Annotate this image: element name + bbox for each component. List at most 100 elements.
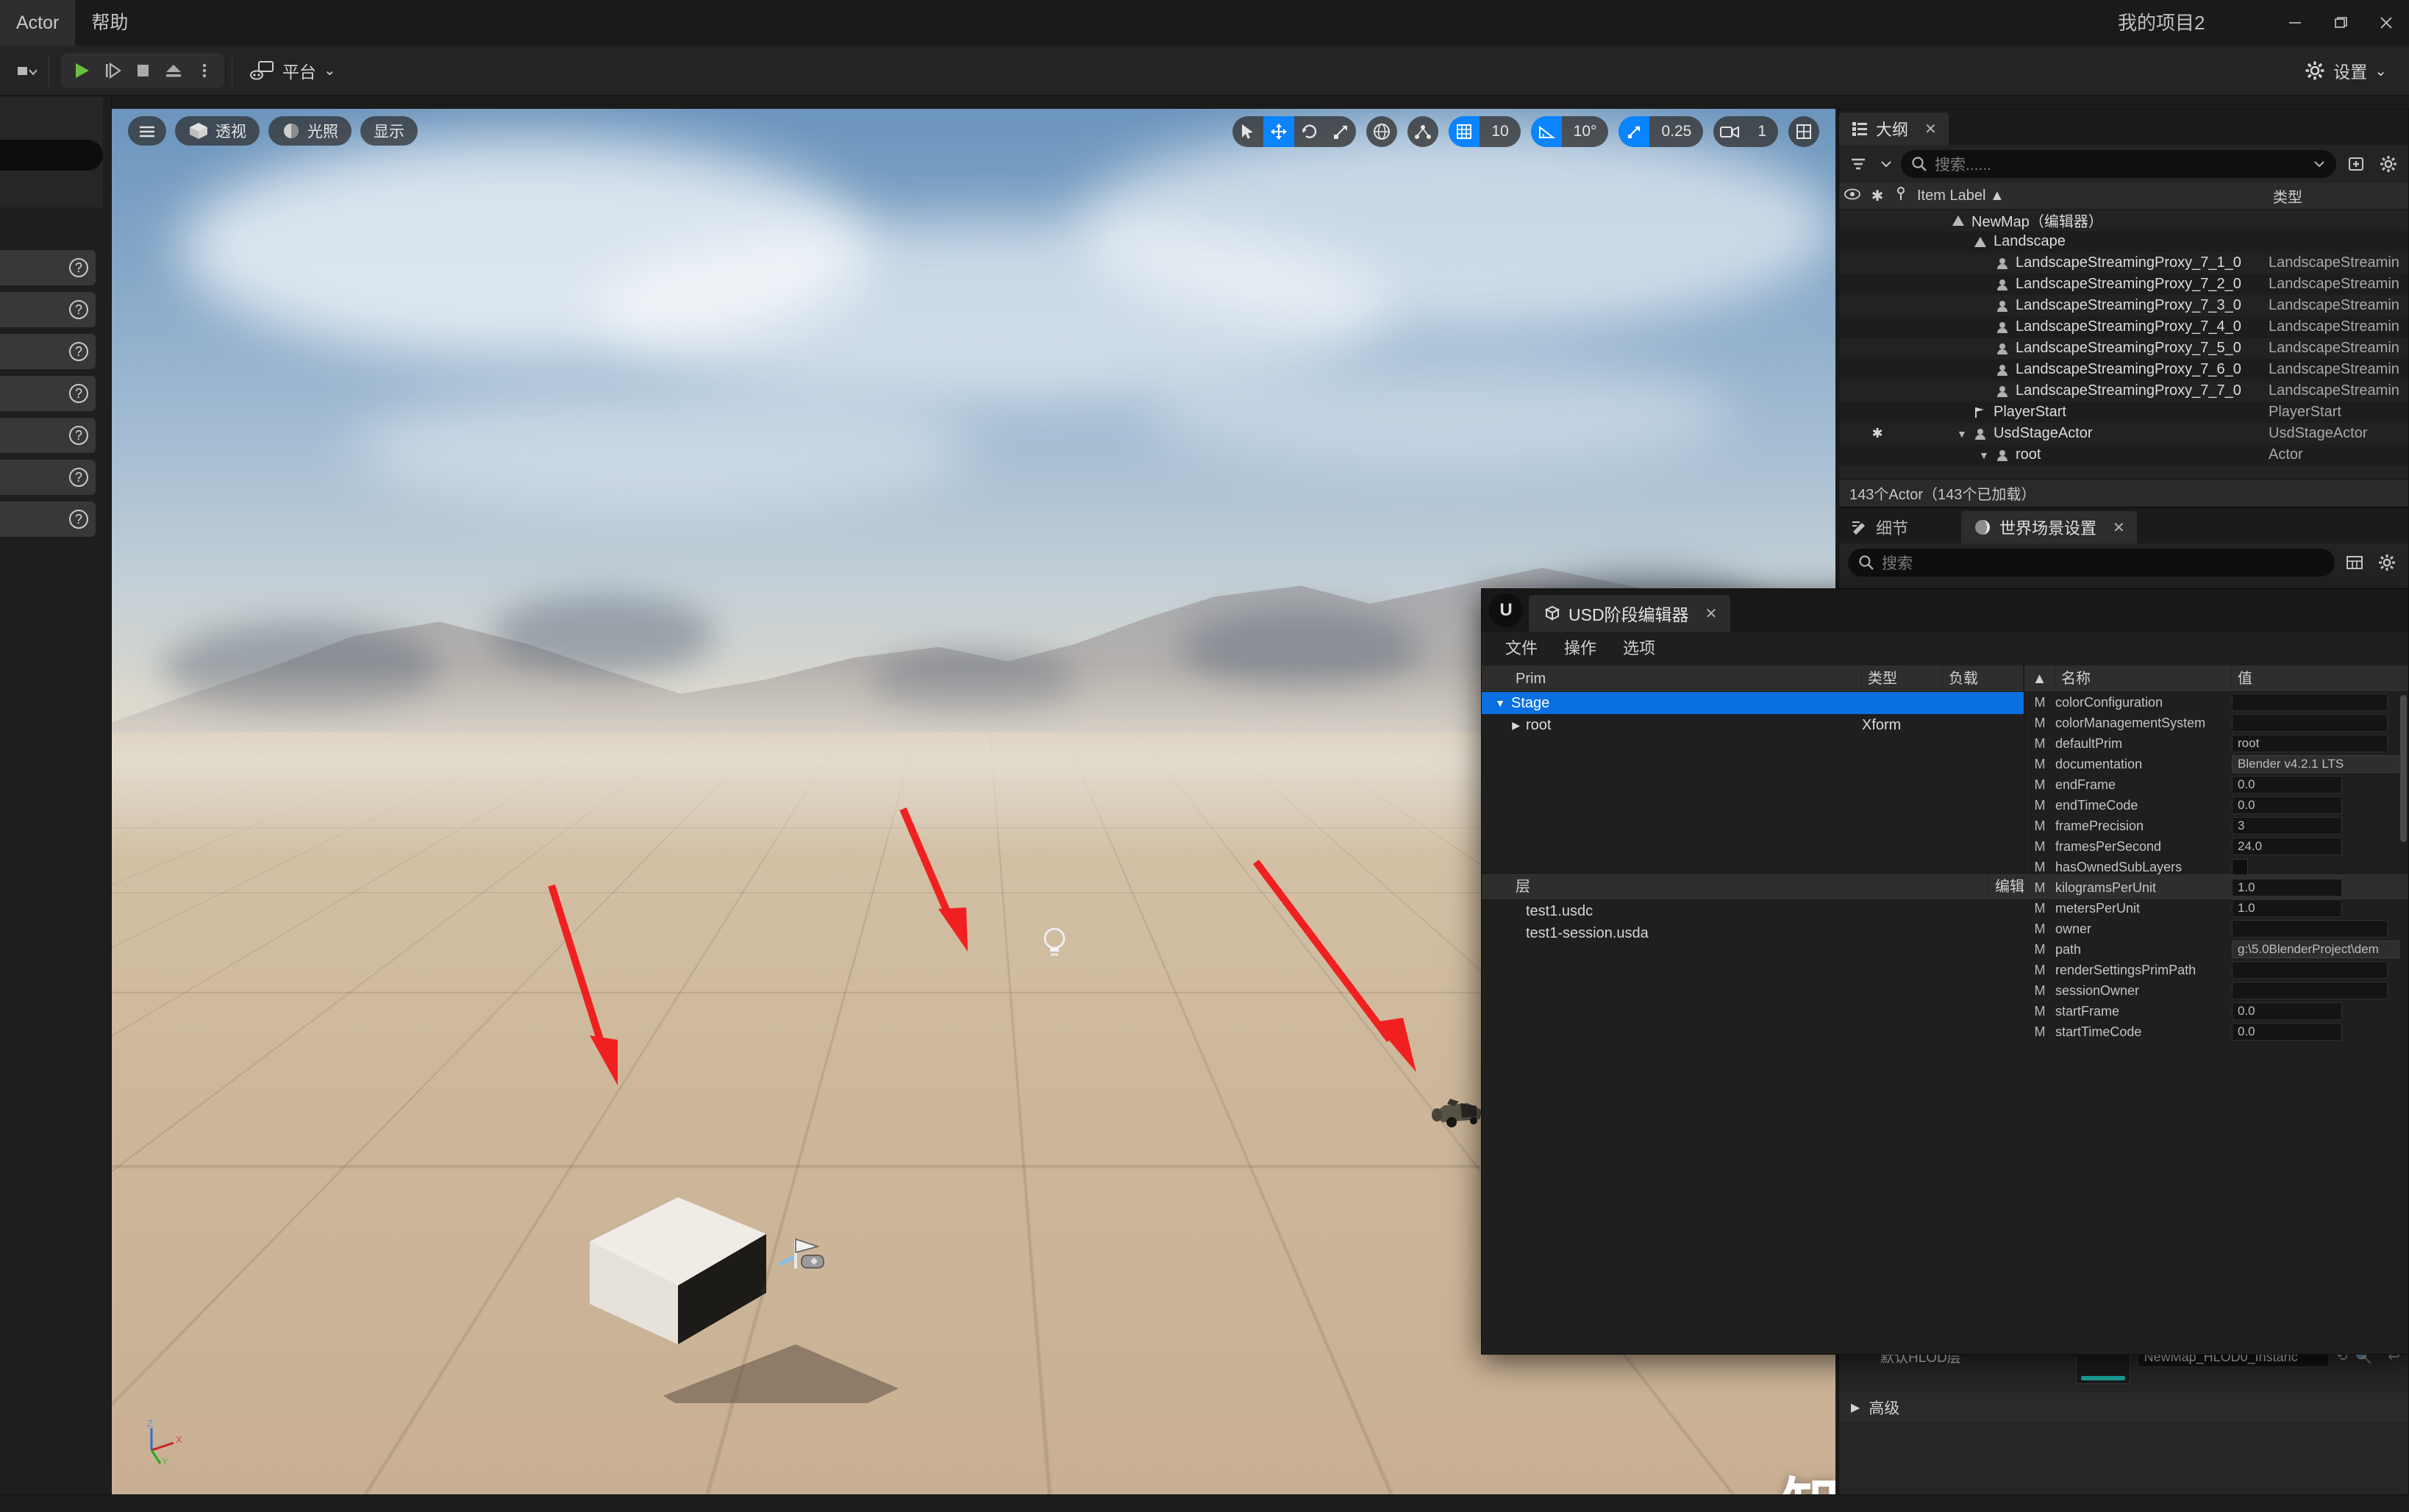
left-panel-item[interactable]: ?	[0, 250, 96, 285]
usd-attribute-row[interactable]: MstartFrame 0.0	[2024, 1001, 2408, 1021]
prim-col-payload[interactable]: 负载	[1943, 665, 2024, 692]
usd-attribute-row[interactable]: Mowner	[2024, 919, 2408, 939]
usd-prim-row[interactable]: ▼ Stage	[1482, 692, 2024, 714]
usd-stage-editor-window[interactable]: U USD阶段编辑器 ✕ 文件 操作 选项 Prim 类型 负载 ▼ Stage…	[1481, 588, 2409, 1355]
toolbar-overflow-icon[interactable]	[0, 60, 41, 82]
attribute-value[interactable]: 24.0	[2232, 838, 2342, 855]
move-tool-icon[interactable]	[1263, 116, 1295, 147]
maximize-icon[interactable]	[2318, 0, 2363, 46]
settings-dropdown[interactable]: 设置 ⌄	[2295, 53, 2396, 88]
tab-outliner[interactable]: 大纲 ✕	[1839, 113, 1949, 145]
tab-world-settings[interactable]: 世界场景设置 ✕	[1961, 511, 2137, 543]
outliner-row-star[interactable]: ✱	[1866, 426, 1889, 441]
usd-attr-scrollbar[interactable]	[2400, 695, 2407, 842]
close-icon[interactable]	[2363, 0, 2409, 46]
left-panel-item[interactable]: ?	[0, 334, 96, 369]
layer-col-layer[interactable]: 层	[1510, 873, 1989, 900]
prim-col-prim[interactable]: Prim	[1510, 665, 1862, 692]
outliner-search-input[interactable]: 搜索......	[1901, 150, 2336, 178]
angle-snap-value[interactable]: 10°	[1562, 116, 1609, 147]
minimize-icon[interactable]	[2272, 0, 2318, 46]
col-type[interactable]: 类型	[2269, 185, 2408, 207]
usd-menu-options[interactable]: 选项	[1610, 632, 1669, 666]
expander-icon[interactable]: ▶	[1851, 1400, 1860, 1415]
usd-prim-row[interactable]: ▶ root Xform	[1482, 714, 2024, 736]
attribute-value[interactable]: g:\5.0BlenderProject\dem	[2232, 941, 2399, 958]
attr-col-value[interactable]: 值	[2232, 665, 2408, 692]
expander-icon[interactable]: ▶	[1482, 719, 1526, 732]
usd-attribute-row[interactable]: MframesPerSecond 24.0	[2024, 836, 2408, 857]
tab-details[interactable]: 细节	[1839, 511, 1920, 543]
help-icon[interactable]: ?	[69, 468, 88, 487]
outliner-row[interactable]: LandscapeStreamingProxy_7_1_0 LandscapeSt…	[1839, 252, 2408, 274]
cube-mesh[interactable]	[568, 1153, 906, 1403]
help-icon[interactable]: ?	[69, 258, 88, 277]
help-icon[interactable]: ?	[69, 342, 88, 361]
outliner-row[interactable]: LandscapeStreamingProxy_7_6_0 LandscapeSt…	[1839, 359, 2408, 380]
grid-snap-value[interactable]: 10	[1480, 116, 1520, 147]
outliner-row[interactable]: LandscapeStreamingProxy_7_4_0 LandscapeSt…	[1839, 316, 2408, 338]
details-section-row[interactable]: ▶ 高级	[1839, 1392, 2408, 1423]
expander-icon[interactable]: ▼	[1979, 449, 1989, 461]
attribute-value[interactable]: 0.0	[2232, 1002, 2342, 1020]
prim-col-type[interactable]: 类型	[1862, 665, 1943, 692]
help-icon[interactable]: ?	[69, 510, 88, 529]
close-icon[interactable]: ✕	[2113, 518, 2125, 537]
search-chevron-down-icon[interactable]	[2313, 155, 2326, 173]
usd-attribute-row[interactable]: MdefaultPrim root	[2024, 733, 2408, 754]
scale-snap-value[interactable]: 0.25	[1649, 116, 1703, 147]
eject-button[interactable]	[158, 55, 189, 86]
play-button[interactable]	[65, 55, 96, 86]
usd-attribute-row[interactable]: MhasOwnedSubLayers	[2024, 857, 2408, 877]
scale-snap-icon[interactable]	[1619, 116, 1650, 147]
snap-joint-icon[interactable]	[1407, 116, 1438, 147]
usd-attribute-row[interactable]: MkilogramsPerUnit 1.0	[2024, 877, 2408, 898]
usd-attribute-row[interactable]: McolorConfiguration	[2024, 692, 2408, 713]
close-icon[interactable]: ✕	[1924, 120, 1937, 138]
camera-icon[interactable]	[1713, 116, 1746, 147]
play-more-icon[interactable]	[189, 55, 220, 86]
new-folder-icon[interactable]	[2344, 151, 2369, 176]
col-pin[interactable]: ✱	[1866, 187, 1889, 205]
attribute-value[interactable]: Blender v4.2.1 LTS	[2232, 755, 2399, 773]
attribute-value[interactable]	[2232, 693, 2388, 711]
attribute-value[interactable]: 0.0	[2232, 776, 2342, 794]
viewport-show-button[interactable]: 显示	[360, 116, 418, 146]
outliner-row[interactable]: Landscape	[1839, 231, 2408, 252]
grid-snap-icon[interactable]	[1449, 116, 1480, 147]
outliner-row[interactable]: LandscapeStreamingProxy_7_3_0 LandscapeSt…	[1839, 295, 2408, 316]
col-lock-icon[interactable]	[1889, 186, 1913, 206]
usd-tab[interactable]: USD阶段编辑器 ✕	[1529, 595, 1731, 632]
gear-icon[interactable]	[2374, 550, 2399, 575]
help-icon[interactable]: ?	[69, 300, 88, 319]
outliner-row[interactable]: LandscapeStreamingProxy_7_7_0 LandscapeSt…	[1839, 380, 2408, 402]
attribute-checkbox[interactable]	[2232, 859, 2248, 875]
gear-icon[interactable]	[2376, 151, 2401, 176]
col-visibility-icon[interactable]	[1839, 188, 1866, 204]
attribute-value[interactable]	[2232, 961, 2388, 979]
outliner-row[interactable]: LandscapeStreamingProxy_7_5_0 LandscapeSt…	[1839, 338, 2408, 359]
usd-attribute-row[interactable]: Mdocumentation Blender v4.2.1 LTS	[2024, 754, 2408, 774]
menu-help[interactable]: 帮助	[75, 0, 144, 46]
left-panel-item[interactable]: ?	[0, 376, 96, 411]
usd-attribute-row[interactable]: MrenderSettingsPrimPath	[2024, 960, 2408, 980]
menu-actor[interactable]: Actor	[0, 0, 76, 46]
angle-snap-icon[interactable]	[1530, 116, 1562, 147]
filter-chevron-down-icon[interactable]	[1879, 151, 1894, 176]
usd-attribute-row[interactable]: MendTimeCode 0.0	[2024, 795, 2408, 816]
outliner-row[interactable]: NewMap（编辑器）	[1839, 210, 2408, 231]
viewport-lighting-button[interactable]: 光照	[268, 116, 351, 146]
help-icon[interactable]: ?	[69, 384, 88, 403]
select-tool-icon[interactable]	[1232, 116, 1263, 147]
expander-icon[interactable]: ▼	[1482, 697, 1511, 709]
attribute-value[interactable]: 3	[2232, 817, 2342, 835]
usd-attribute-row[interactable]: MstartTimeCode 0.0	[2024, 1021, 2408, 1042]
rotate-tool-icon[interactable]	[1294, 116, 1325, 147]
attribute-value[interactable]	[2232, 920, 2388, 938]
filter-icon[interactable]	[1846, 151, 1871, 176]
usd-attribute-row[interactable]: MframePrecision 3	[2024, 816, 2408, 836]
left-panel-item[interactable]: ?	[0, 502, 96, 537]
attribute-value[interactable]	[2232, 982, 2388, 999]
outliner-row[interactable]: PlayerStart PlayerStart	[1839, 402, 2408, 423]
expander-icon[interactable]: ▼	[1957, 428, 1967, 440]
